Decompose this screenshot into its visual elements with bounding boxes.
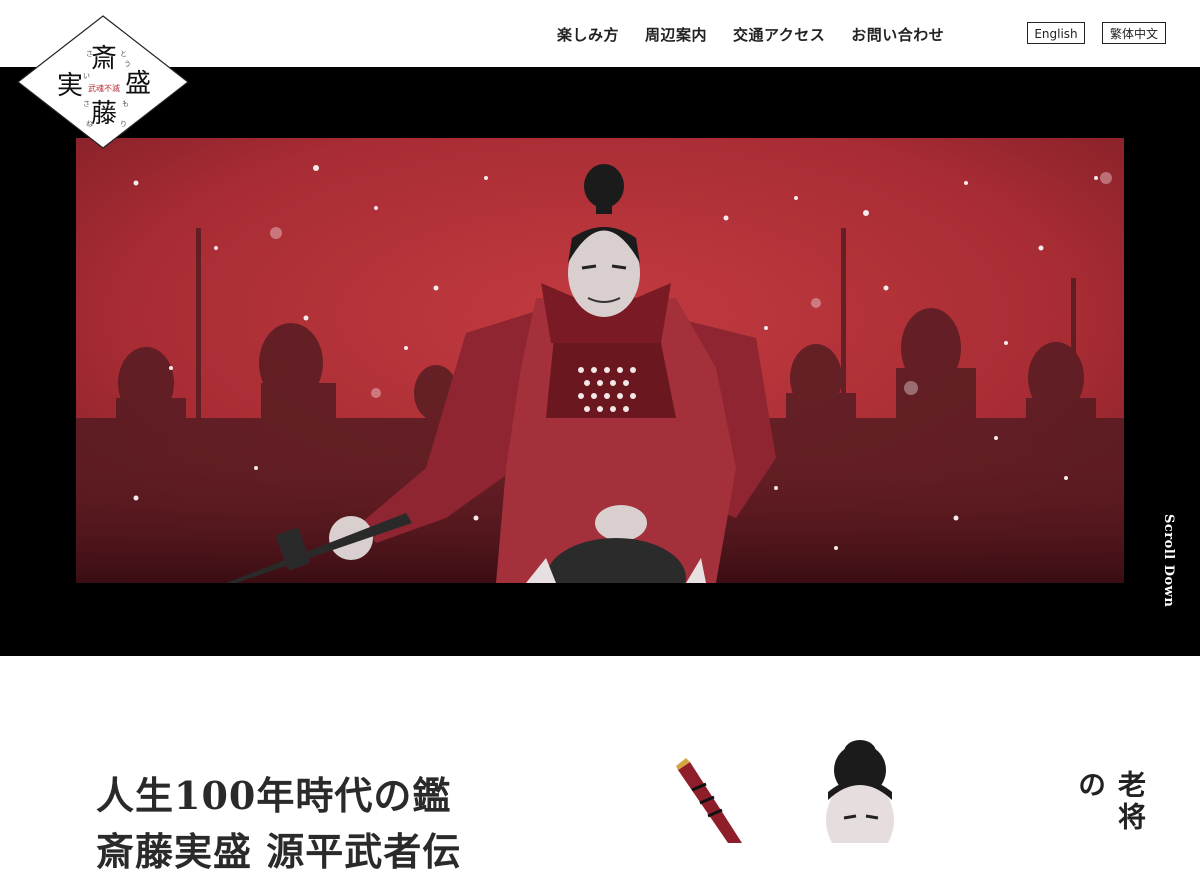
nav-item-access[interactable]: 交通アクセス	[733, 24, 825, 45]
logo-char-3: 盛	[125, 69, 151, 99]
logo-kana-3: と	[120, 50, 127, 58]
logo-kana-7: も	[122, 100, 129, 108]
vertical-heading: 老将の	[1074, 770, 1147, 834]
nav-item-enjoy[interactable]: 楽しみ方	[557, 24, 619, 45]
hero-illustration	[76, 138, 1124, 583]
headline-line-2: 斎藤実盛 源平武者伝	[96, 829, 462, 874]
logo-kana-4: う	[124, 60, 131, 68]
logo-kana-6: ね	[86, 120, 93, 128]
logo-kana-5: さ	[83, 100, 90, 108]
english-button[interactable]: English	[1027, 22, 1085, 44]
hero-section: Scroll Down	[0, 67, 1200, 656]
traditional-chinese-button[interactable]: 繁体中文	[1102, 22, 1166, 44]
samurai-illustration	[76, 138, 1124, 583]
section-headline: 人生100年時代の鑑 斎藤実盛 源平武者伝	[96, 768, 461, 880]
logo-subtitle: 武魂不滅	[88, 83, 120, 93]
samurai-portrait-illustration	[676, 740, 894, 843]
headline-line-1: 人生100年時代の鑑	[96, 773, 452, 818]
site-logo[interactable]: 斎 実 盛 藤 武魂不滅 さ い と う さ ね も り	[16, 14, 190, 152]
main-nav: 楽しみ方 周辺案内 交通アクセス お問い合わせ	[557, 24, 970, 45]
logo-char-4: 藤	[91, 99, 117, 129]
samurai-portrait	[672, 740, 932, 843]
logo-char-2: 実	[57, 71, 83, 101]
logo-kana-2: い	[83, 72, 90, 80]
nav-item-contact[interactable]: お問い合わせ	[851, 24, 944, 45]
logo-diamond: 斎 実 盛 藤 武魂不滅 さ い と う さ ね も り	[17, 15, 189, 149]
scroll-down-indicator[interactable]: Scroll Down	[1152, 514, 1176, 624]
nav-item-surroundings[interactable]: 周辺案内	[645, 24, 707, 45]
logo-kana-8: り	[120, 120, 127, 128]
logo-char-1: 斎	[91, 44, 117, 74]
logo-kana-1: さ	[86, 50, 93, 58]
